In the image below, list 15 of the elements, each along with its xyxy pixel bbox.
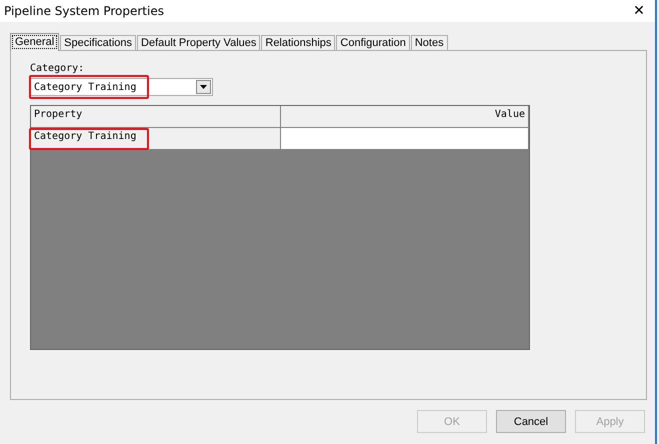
tab[interactable]: Relationships (261, 35, 336, 50)
category-label: Category: (30, 63, 86, 76)
category-dropdown[interactable]: Category Training (30, 78, 213, 96)
tab[interactable]: Default Property Values (137, 35, 260, 50)
tab[interactable]: General (10, 33, 60, 51)
tab[interactable]: Notes (410, 35, 448, 50)
tab[interactable]: Specifications (60, 35, 136, 50)
property-cell[interactable]: Category Training (31, 128, 281, 150)
column-header: Property (31, 106, 281, 128)
tab[interactable]: Configuration (336, 35, 410, 50)
column-header: Value (281, 106, 529, 128)
window-title: Pipeline System Properties (4, 4, 164, 18)
close-button[interactable]: ✕ (623, 3, 655, 19)
value-cell[interactable] (281, 128, 529, 150)
dialog-button[interactable]: Cancel (496, 410, 566, 433)
